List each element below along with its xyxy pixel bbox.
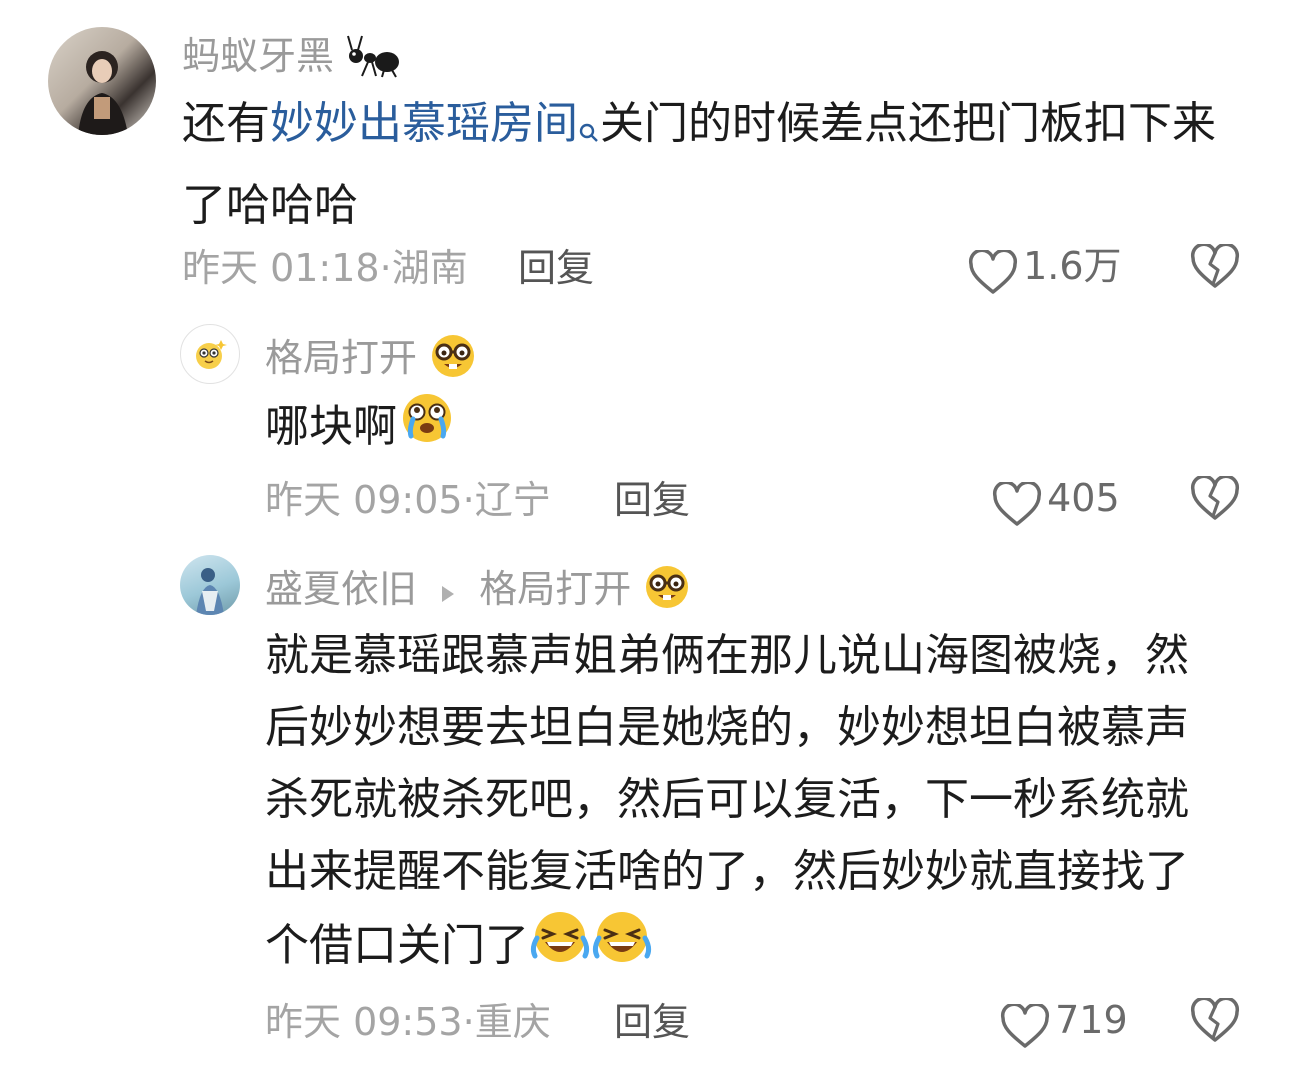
reply-button[interactable]: 回复 [614, 478, 690, 522]
meta-row: 昨天 09:53·重庆 [265, 1000, 551, 1044]
heart-icon [992, 480, 1042, 532]
avatar[interactable] [180, 555, 240, 615]
nerd-face-emoji-icon [429, 332, 477, 389]
ant-emoji-icon [346, 30, 402, 87]
avatar[interactable] [48, 27, 156, 135]
comment-text-part: 还有 [182, 98, 270, 149]
reply-button[interactable]: 回复 [518, 246, 594, 290]
username[interactable]: 蚂蚁牙黑 [182, 34, 334, 78]
location: 湖南 [391, 246, 468, 290]
like-button[interactable]: 1.6万 [968, 244, 1122, 300]
like-count: 405 [1047, 476, 1120, 520]
comment-text-part: 就是慕瑶跟慕声姐弟俩在那儿说山海图被烧，然后妙妙想要去坦白是她烧的，妙妙想坦白被… [265, 630, 1189, 971]
like-button[interactable]: 719 [1000, 998, 1128, 1054]
rofl-emoji-icon [591, 908, 653, 988]
like-count: 1.6万 [1023, 244, 1122, 288]
comment-text: 就是慕瑶跟慕声姐弟俩在那儿说山海图被烧，然后妙妙想要去坦白是她烧的，妙妙想坦白被… [265, 620, 1221, 988]
heart-icon [968, 248, 1018, 300]
username-row: 盛夏依旧 格局打开 [265, 563, 691, 620]
location: 重庆 [474, 1000, 551, 1044]
location: 辽宁 [474, 478, 551, 522]
username-row: 格局打开 [265, 332, 477, 389]
avatar[interactable] [180, 324, 240, 384]
comment-text: 还有妙妙出慕瑶房间 关门的时候差点还把门板扣下来了哈哈哈 [182, 88, 1242, 242]
tear-eyes-emoji-icon [397, 390, 457, 468]
comment-text-part: 哪块啊 [265, 401, 397, 452]
like-count: 719 [1055, 998, 1128, 1042]
comment-text: 哪块啊 [265, 390, 457, 468]
reply-arrow-icon [439, 570, 457, 614]
username-row: 蚂蚁牙黑 [182, 30, 402, 87]
dislike-button[interactable] [1190, 996, 1240, 1048]
dislike-heart-icon [1190, 996, 1240, 1042]
meta-row: 昨天 09:05·辽宁 [265, 478, 551, 522]
timestamp: 昨天 09:53 [265, 1000, 463, 1044]
nerd-face-emoji-icon [643, 563, 691, 620]
heart-icon [1000, 1002, 1050, 1054]
like-button[interactable]: 405 [992, 476, 1120, 532]
reply-to-username[interactable]: 格局打开 [479, 567, 631, 611]
timestamp: 昨天 09:05 [265, 478, 463, 522]
search-mini-icon[interactable] [578, 98, 600, 170]
rofl-emoji-icon [529, 908, 591, 988]
dislike-heart-icon [1190, 242, 1240, 288]
dislike-heart-icon [1190, 474, 1240, 520]
search-link[interactable]: 妙妙出慕瑶房间 [270, 98, 578, 149]
username[interactable]: 盛夏依旧 [265, 567, 417, 611]
dislike-button[interactable] [1190, 474, 1240, 526]
username[interactable]: 格局打开 [265, 336, 417, 380]
reply-button[interactable]: 回复 [614, 1000, 690, 1044]
meta-row: 昨天 01:18·湖南 [182, 246, 468, 290]
dislike-button[interactable] [1190, 242, 1240, 294]
timestamp: 昨天 01:18 [182, 246, 380, 290]
